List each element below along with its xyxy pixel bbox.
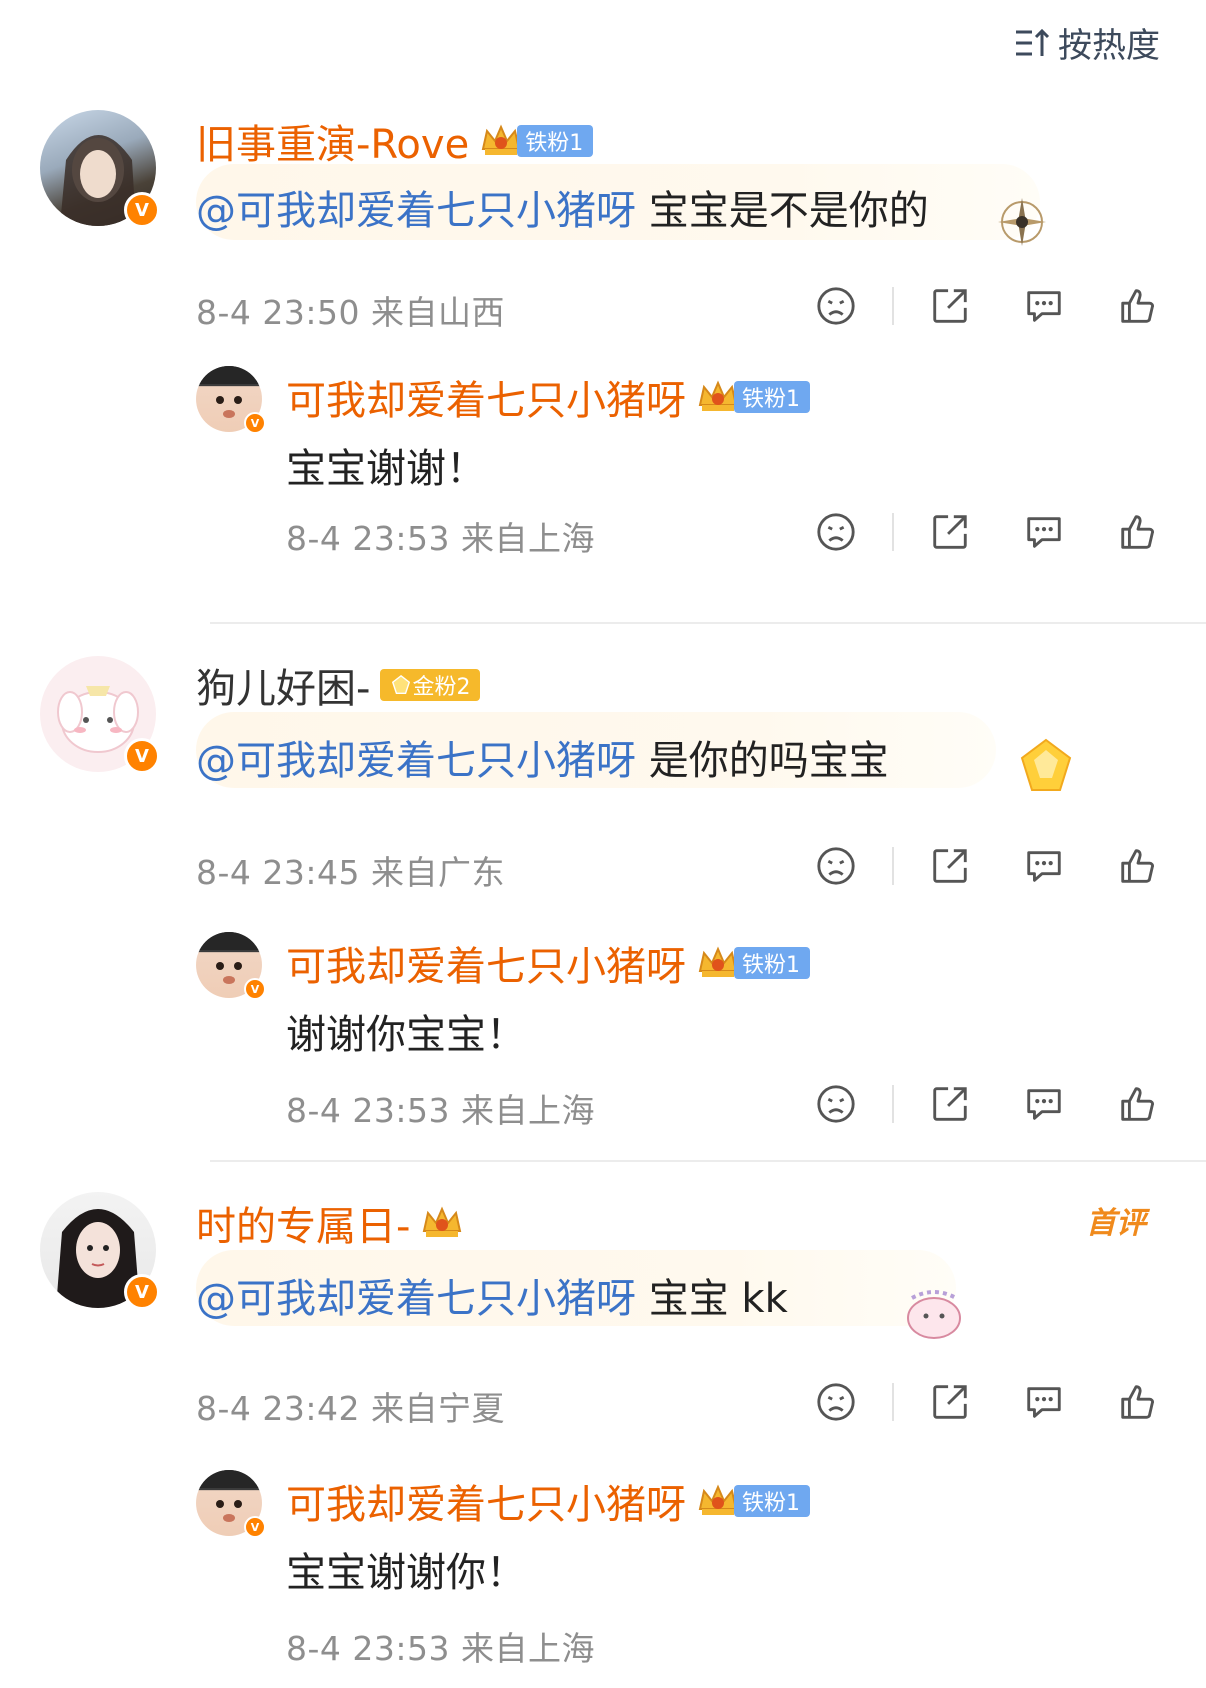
thread-divider	[210, 1160, 1206, 1162]
verified-icon: V	[244, 1516, 266, 1538]
share-icon[interactable]	[928, 284, 972, 328]
comment-actions	[814, 844, 1160, 888]
reply-actions	[814, 510, 1160, 554]
reply-icon[interactable]	[1022, 844, 1066, 888]
divider	[892, 513, 894, 551]
like-icon[interactable]	[1116, 1380, 1160, 1424]
dislike-icon[interactable]	[814, 844, 858, 888]
reply-icon[interactable]	[1022, 510, 1066, 554]
sort-label: 按热度	[1058, 26, 1160, 66]
puppy-sticker-icon	[907, 1290, 961, 1339]
comment-text: @可我却爱着七只小猪呀 宝宝是不是你的	[196, 188, 929, 234]
avatar[interactable]: V	[40, 1192, 160, 1310]
avatar[interactable]: V	[40, 656, 160, 774]
sort-icon	[1016, 28, 1050, 56]
crown-icon	[423, 1206, 462, 1237]
mention-link[interactable]: @可我却爱着七只小猪呀	[196, 188, 636, 234]
dislike-icon[interactable]	[814, 284, 858, 328]
comment-meta: 8-4 23:50 来自山西	[196, 293, 505, 332]
reply-avatar[interactable]: V	[196, 366, 266, 434]
verified-icon: V	[124, 192, 160, 228]
reply-avatar[interactable]: V	[196, 1470, 266, 1538]
reply-avatar[interactable]: V	[196, 932, 266, 1000]
verified-icon: V	[124, 1274, 160, 1310]
mention-link[interactable]: @可我却爱着七只小猪呀	[196, 738, 636, 784]
reply-username[interactable]: 可我却爱着七只小猪呀 铁粉1	[286, 368, 810, 426]
fan-badge: 铁粉1	[479, 122, 594, 160]
reply-meta: 8-4 23:53 来自上海	[286, 519, 595, 558]
share-icon[interactable]	[928, 1380, 972, 1424]
fan-badge: 铁粉1	[696, 944, 810, 982]
compass-sticker-icon	[998, 198, 1046, 246]
reply-actions	[814, 1082, 1160, 1126]
fan-badge: 铁粉1	[696, 378, 810, 416]
divider	[892, 1085, 894, 1123]
reply-text: 宝宝谢谢你！	[286, 1550, 526, 1596]
reply-username[interactable]: 可我却爱着七只小猪呀 铁粉1	[286, 1472, 810, 1530]
share-icon[interactable]	[928, 510, 972, 554]
comment-text: @可我却爱着七只小猪呀 是你的吗宝宝	[196, 738, 889, 784]
verified-icon: V	[244, 412, 266, 434]
verified-icon: V	[124, 738, 160, 774]
reply-text: 谢谢你宝宝！	[286, 1012, 526, 1058]
reply-meta: 8-4 23:53 来自上海	[286, 1629, 595, 1668]
fan-badge: 铁粉1	[696, 1482, 810, 1520]
gold-gem-sticker-icon	[1020, 738, 1072, 791]
like-icon[interactable]	[1116, 510, 1160, 554]
like-icon[interactable]	[1116, 844, 1160, 888]
share-icon[interactable]	[928, 1082, 972, 1126]
avatar[interactable]: V	[40, 110, 160, 228]
thread-divider	[210, 622, 1206, 624]
comment-actions	[814, 1380, 1160, 1424]
comment-meta: 8-4 23:45 来自广东	[196, 853, 505, 892]
like-icon[interactable]	[1116, 284, 1160, 328]
comment-text: @可我却爱着七只小猪呀 宝宝 kk	[196, 1276, 788, 1322]
like-icon[interactable]	[1116, 1082, 1160, 1126]
reply-icon[interactable]	[1022, 1082, 1066, 1126]
fan-badge: 金粉2	[380, 666, 481, 704]
first-comment-tag: 首评	[1086, 1206, 1146, 1241]
reply-icon[interactable]	[1022, 284, 1066, 328]
gold-gem-icon	[392, 674, 411, 694]
sort-by-hot-button[interactable]: 按热度	[1012, 18, 1160, 67]
share-icon[interactable]	[928, 844, 972, 888]
reply-text: 宝宝谢谢！	[286, 446, 486, 492]
comment-username[interactable]: 狗儿好困- 金粉2	[196, 656, 481, 714]
fan-badge	[420, 1204, 464, 1242]
comment-meta: 8-4 23:42 来自宁夏	[196, 1389, 505, 1428]
comment-username[interactable]: 时的专属日-	[196, 1194, 464, 1252]
verified-icon: V	[244, 978, 266, 1000]
reply-icon[interactable]	[1022, 1380, 1066, 1424]
dislike-icon[interactable]	[814, 1380, 858, 1424]
comment-actions	[814, 284, 1160, 328]
mention-link[interactable]: @可我却爱着七只小猪呀	[196, 1276, 636, 1322]
dislike-icon[interactable]	[814, 1082, 858, 1126]
reply-meta: 8-4 23:53 来自上海	[286, 1091, 595, 1130]
divider	[892, 287, 894, 325]
dislike-icon[interactable]	[814, 510, 858, 554]
comment-username[interactable]: 旧事重演-Rove 铁粉1	[196, 112, 594, 170]
divider	[892, 847, 894, 885]
divider	[892, 1383, 894, 1421]
reply-username[interactable]: 可我却爱着七只小猪呀 铁粉1	[286, 934, 810, 992]
